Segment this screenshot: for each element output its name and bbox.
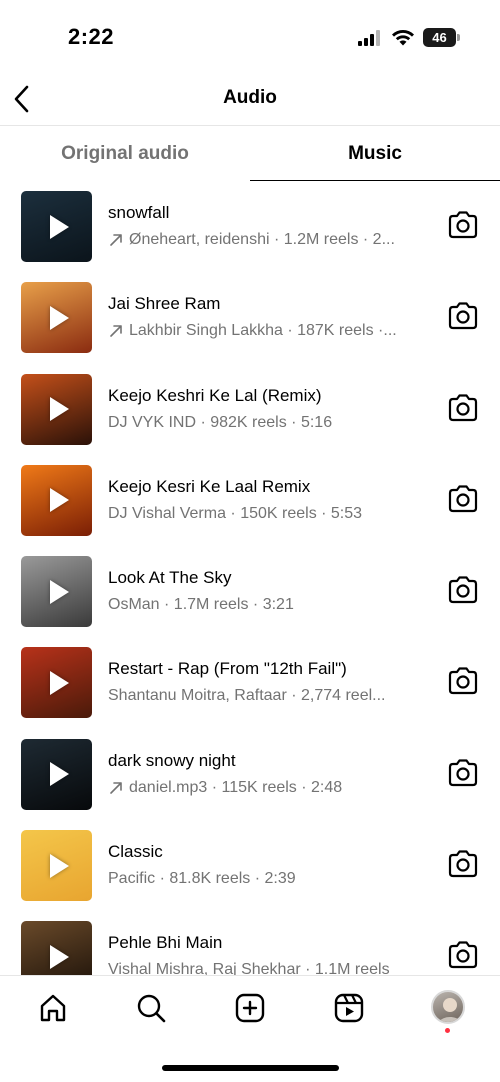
camera-icon[interactable] <box>446 938 480 972</box>
track-row[interactable]: snowfall Øneheart, reidenshi · 1.2M reels… <box>0 181 500 272</box>
play-icon <box>49 853 69 878</box>
track-meta-text: Lakhbir Singh Lakkha · 187K reels ·... <box>129 322 397 340</box>
camera-icon[interactable] <box>446 847 480 881</box>
camera-icon[interactable] <box>446 573 480 607</box>
battery-tip <box>457 34 460 41</box>
album-cover[interactable] <box>21 556 92 628</box>
track-title: Keejo Keshri Ke Lal (Remix) <box>108 385 322 405</box>
track-meta: Pacific · 81.8K reels · 2:39 <box>108 870 426 888</box>
page-title: Audio <box>223 87 277 108</box>
track-row[interactable]: Look At The Sky OsMan · 1.7M reels · 3:21 <box>0 546 500 637</box>
track-row[interactable]: dark snowy night daniel.mp3 · 115K reels … <box>0 729 500 820</box>
play-icon <box>49 214 69 239</box>
track-row[interactable]: Pehle Bhi Main Vishal Mishra, Raj Shekhar… <box>0 911 500 975</box>
nav-create-button[interactable] <box>232 990 268 1026</box>
play-icon <box>49 579 69 604</box>
track-meta: DJ Vishal Verma · 150K reels · 5:53 <box>108 505 426 523</box>
profile-avatar[interactable] <box>431 990 465 1024</box>
track-meta-text: DJ VYK IND · 982K reels · 5:16 <box>108 413 333 431</box>
reels-icon <box>334 993 364 1023</box>
nav-search-button[interactable] <box>133 990 169 1026</box>
play-icon <box>49 670 69 695</box>
trending-arrow-icon <box>110 781 122 794</box>
search-icon <box>137 994 166 1023</box>
trending-arrow-icon <box>110 325 122 338</box>
camera-icon[interactable] <box>446 299 480 333</box>
track-title: Classic <box>108 842 163 862</box>
audio-tabs: Original audio Music <box>0 126 500 181</box>
avatar-image <box>438 998 462 1022</box>
album-cover[interactable] <box>21 191 92 262</box>
notification-dot <box>445 1028 450 1033</box>
camera-icon[interactable] <box>446 756 480 790</box>
play-icon <box>49 762 69 787</box>
track-meta: Lakhbir Singh Lakkha · 187K reels ·... <box>108 322 426 340</box>
track-meta-text: Pacific · 81.8K reels · 2:39 <box>108 870 296 888</box>
home-icon <box>40 994 66 1022</box>
play-icon <box>49 397 69 422</box>
status-time: 2:22 <box>68 24 115 49</box>
album-cover[interactable] <box>21 282 92 354</box>
tab-music[interactable]: Music <box>250 126 500 181</box>
track-row[interactable]: Keejo Keshri Ke Lal (Remix) DJ VYK IND · … <box>0 364 500 455</box>
track-meta-text: Vishal Mishra, Raj Shekhar · 1.1M reels <box>108 961 390 975</box>
album-cover[interactable] <box>21 738 92 810</box>
tab-original-audio[interactable]: Original audio <box>0 126 250 181</box>
track-meta-text: Shantanu Moitra, Raftaar · 2,774 reel... <box>108 687 386 705</box>
track-row[interactable]: Classic Pacific · 81.8K reels · 2:39 <box>0 820 500 911</box>
camera-icon[interactable] <box>446 482 480 516</box>
album-cover[interactable] <box>21 373 92 445</box>
track-meta-text: DJ Vishal Verma · 150K reels · 5:53 <box>108 504 363 522</box>
camera-icon[interactable] <box>446 208 480 242</box>
play-icon <box>49 305 69 330</box>
play-icon <box>49 944 69 969</box>
cellular-signal-icon <box>358 30 380 46</box>
track-meta: Vishal Mishra, Raj Shekhar · 1.1M reels <box>108 961 426 975</box>
album-cover[interactable] <box>21 464 92 536</box>
track-row[interactable]: Keejo Kesri Ke Laal Remix DJ Vishal Verma… <box>0 455 500 546</box>
header: Audio <box>0 75 500 125</box>
track-title: Jai Shree Ram <box>108 294 221 314</box>
camera-icon[interactable] <box>446 664 480 698</box>
battery-indicator: 46 <box>423 28 460 47</box>
track-title: Keejo Kesri Ke Laal Remix <box>108 476 311 496</box>
track-meta-text: OsMan · 1.7M reels · 3:21 <box>108 596 294 614</box>
track-meta: daniel.mp3 · 115K reels · 2:48 <box>108 779 426 797</box>
album-cover[interactable] <box>21 647 92 719</box>
track-meta-text: Øneheart, reidenshi · 1.2M reels · 2... <box>129 231 395 248</box>
track-meta: Shantanu Moitra, Raftaar · 2,774 reel... <box>108 687 426 705</box>
home-indicator <box>162 1065 339 1071</box>
track-meta: OsMan · 1.7M reels · 3:21 <box>108 596 426 614</box>
camera-icon[interactable] <box>446 391 480 425</box>
battery-level: 46 <box>423 28 456 47</box>
play-icon <box>49 488 69 513</box>
track-title: Pehle Bhi Main <box>108 933 223 953</box>
track-title: Look At The Sky <box>108 568 232 588</box>
track-title: Restart - Rap (From "12th Fail") <box>108 659 347 679</box>
plus-square-icon <box>235 993 265 1023</box>
status-bar: 2:22 46 <box>0 0 500 75</box>
nav-reels-button[interactable] <box>331 990 367 1026</box>
wifi-icon <box>392 30 414 46</box>
album-cover[interactable] <box>21 830 92 902</box>
track-row[interactable]: Jai Shree Ram Lakhbir Singh Lakkha · 187K… <box>0 272 500 363</box>
track-title: snowfall <box>108 203 170 222</box>
nav-home-button[interactable] <box>35 990 71 1026</box>
track-title: dark snowy night <box>108 750 236 770</box>
track-meta: DJ VYK IND · 982K reels · 5:16 <box>108 414 426 432</box>
album-cover[interactable] <box>21 921 92 975</box>
track-list: snowfall Øneheart, reidenshi · 1.2M reels… <box>0 181 500 975</box>
track-meta-text: daniel.mp3 · 115K reels · 2:48 <box>129 778 343 796</box>
track-meta: Øneheart, reidenshi · 1.2M reels · 2... <box>108 231 426 249</box>
trending-arrow-icon <box>110 234 122 246</box>
track-row[interactable]: Restart - Rap (From "12th Fail") Shantanu… <box>0 637 500 728</box>
